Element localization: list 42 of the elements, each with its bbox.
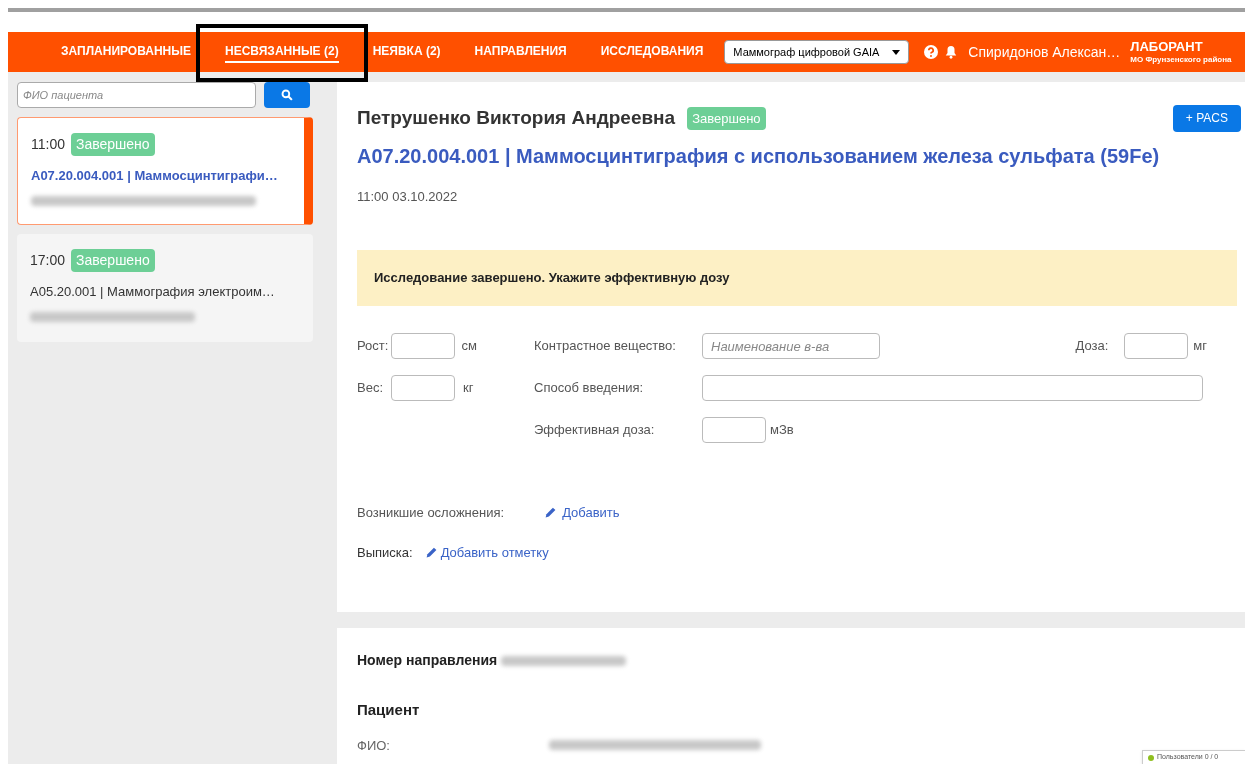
nav-tab[interactable]: ЗАПЛАНИРОВАННЫЕ [61, 41, 192, 63]
nav-tab[interactable]: ИССЛЕДОВАНИЯ [600, 41, 704, 63]
status-badge: Завершено [687, 106, 766, 130]
nav-tab[interactable]: НЕСВЯЗАННЫЕ (2) [225, 41, 339, 63]
nav-tab[interactable]: НЕЯВКА (2) [372, 41, 441, 63]
appointment-time: 17:00 [30, 251, 66, 270]
section-title: Пациент [357, 700, 421, 720]
device-select[interactable]: Маммограф цифровой GAIA [724, 40, 910, 64]
appointment-title: A05.20.001 | Маммография электроим… [30, 283, 276, 301]
search-field[interactable]: ФИО пациента [17, 82, 256, 108]
field-label: мЗв [770, 421, 794, 440]
field-label: Рост: [357, 337, 389, 356]
alert-banner: Исследование завершено. Укажите эффективную дозу [357, 250, 1237, 306]
add-complication-link[interactable]: Добавить [544, 503, 620, 523]
field-label: ФИО: [357, 736, 391, 755]
field-label: Возникшие осложнения: [357, 504, 505, 522]
field-label: Вес: [357, 379, 383, 398]
user-role: ЛАБОРАНТ [1130, 38, 1204, 56]
add-note-link[interactable]: Добавить отметку [424, 542, 549, 562]
nav-tab[interactable]: НАПРАВЛЕНИЯ [474, 41, 567, 63]
user-org: МО Фрунзенского района [1130, 55, 1232, 66]
appointment-title: A07.20.004.001 | Маммосцинтиграфи… [31, 167, 279, 185]
field-label: кг [463, 379, 474, 398]
pacs-button[interactable]: + PACS [1172, 104, 1241, 132]
study-title: A07.20.004.001 | Маммосцинтиграфия с использованием железа сульфата (59Fe) [357, 143, 1161, 169]
field-label: Выписка: [357, 543, 413, 562]
field-label: Контрастное вещество: [534, 337, 677, 356]
status-badge: Завершено [71, 133, 155, 156]
appointment-card[interactable]: 17:00 Завершено A05.20.001 | Маммография электроим… [17, 234, 313, 342]
appointment-time: 11:00 [31, 135, 65, 154]
field-label: Доза: [1075, 337, 1109, 356]
field-label: Способ введения: [534, 379, 645, 398]
study-datetime: 11:00 03.10.2022 [357, 187, 459, 206]
status-badge: Завершено [71, 249, 155, 272]
field-label: см [461, 337, 477, 356]
field-label: мг [1193, 337, 1207, 356]
patient-name: Петрушенко Виктория Андреевна [357, 106, 676, 130]
user-name[interactable]: Спиридонов Алексан… [968, 41, 1121, 63]
input-field[interactable]: Наименование в-ва [702, 333, 880, 359]
field-label: Эффективная доза: [534, 421, 656, 440]
section-label: Номер направления [357, 651, 498, 670]
appointment-card[interactable]: 11:00 Завершено A07.20.004.001 | Маммосцинтиграфи… [17, 117, 313, 225]
